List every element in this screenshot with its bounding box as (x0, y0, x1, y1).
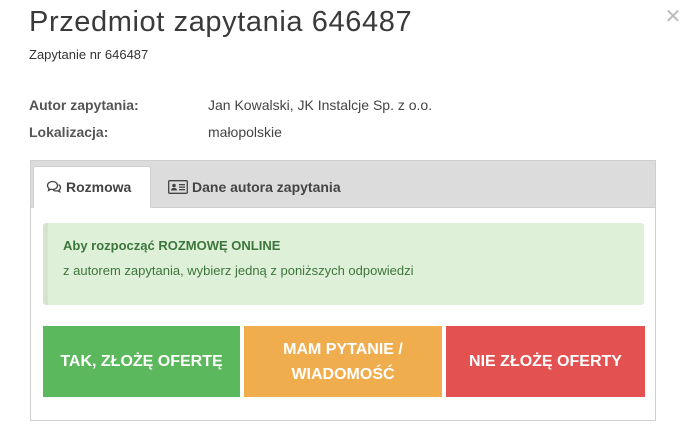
ask-question-label: MAM PYTANIE / WIADOMOŚĆ (283, 337, 403, 387)
ask-question-label-line2: WIADOMOŚĆ (291, 365, 395, 383)
request-meta: Autor zapytania: Jan Kowalski, JK Instal… (29, 91, 432, 145)
submit-offer-button[interactable]: TAK, ZŁOŻĘ OFERTĘ (43, 326, 240, 397)
meta-row-author: Autor zapytania: Jan Kowalski, JK Instal… (29, 91, 432, 118)
location-value: małopolskie (208, 123, 282, 140)
info-alert: Aby rozpocząć ROZMOWĘ ONLINE z autorem z… (43, 223, 644, 305)
meta-row-location: Lokalizacja: małopolskie (29, 118, 432, 145)
submit-offer-label: TAK, ZŁOŻĘ OFERTĘ (60, 353, 223, 370)
author-value: Jan Kowalski, JK Instalcje Sp. z o.o. (208, 96, 433, 113)
tab-rozmowa-label: Rozmowa (66, 179, 132, 195)
tab-bar: Rozmowa Dane autora zapytania (31, 161, 655, 208)
conversation-panel: Rozmowa Dane autora zapytania Aby rozpoc… (30, 160, 656, 421)
close-icon[interactable]: ✕ (664, 7, 682, 27)
location-label: Lokalizacja: (29, 123, 109, 140)
decline-offer-label: NIE ZŁOŻĘ OFERTY (469, 353, 622, 370)
decline-offer-button[interactable]: NIE ZŁOŻĘ OFERTY (446, 326, 645, 397)
ask-question-label-line1: MAM PYTANIE / (283, 340, 403, 358)
chat-bubbles-icon (46, 180, 62, 194)
modal-title: Przedmiot zapytania 646487 (29, 6, 413, 38)
modal-subtitle: Zapytanie nr 646487 (29, 47, 149, 62)
tab-rozmowa[interactable]: Rozmowa (33, 166, 151, 208)
alert-heading: Aby rozpocząć ROZMOWĘ ONLINE (63, 238, 281, 253)
id-card-icon (168, 179, 188, 194)
tab-dane-autora[interactable]: Dane autora zapytania (168, 166, 368, 207)
tab-dane-autora-label: Dane autora zapytania (192, 178, 341, 195)
ask-question-button[interactable]: MAM PYTANIE / WIADOMOŚĆ (244, 326, 442, 397)
alert-text: z autorem zapytania, wybierz jedną z pon… (63, 263, 414, 278)
author-label: Autor zapytania: (29, 96, 139, 113)
